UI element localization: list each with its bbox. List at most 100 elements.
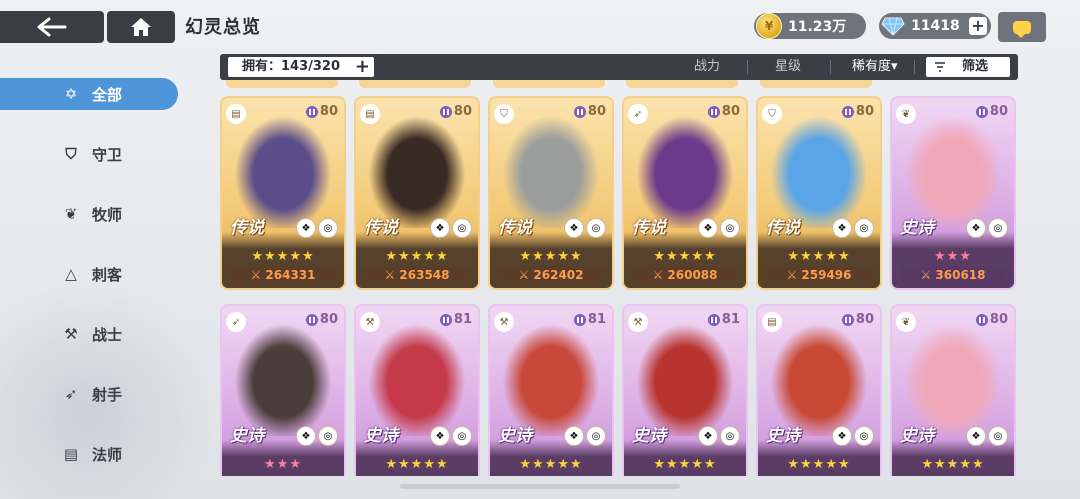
sidebar-item[interactable]: ➶ 射手 <box>0 378 178 410</box>
owned-count: 拥有：143/320 <box>242 59 341 74</box>
level-icon <box>305 313 318 326</box>
swords-icon: ⚔ <box>786 268 802 282</box>
level-icon <box>573 105 586 118</box>
back-button[interactable] <box>0 11 104 43</box>
level-value: 81 <box>453 312 472 327</box>
shield-icon: ⛉ <box>762 104 782 124</box>
level-indicator: 80 <box>975 104 1008 119</box>
home-icon <box>131 18 151 36</box>
swords-icon: ⚔ <box>384 268 400 282</box>
sidebar-item-label: 刺客 <box>92 265 123 284</box>
sidebar-item[interactable]: ⚒ 战士 <box>0 318 178 350</box>
chat-button[interactable] <box>998 12 1046 42</box>
power-value: 264331 <box>265 268 316 282</box>
hammer-icon: ⚒ <box>494 312 514 332</box>
combat-power: ⚔ 264331 <box>230 267 336 284</box>
element-icon-secondary: ◎ <box>720 218 740 238</box>
hero-card[interactable]: ⚒ 81 史诗 ❖ ◎ ★★★★★ <box>488 304 614 476</box>
rarity-label: 史诗 <box>900 218 934 238</box>
sidebar-item[interactable]: ✡ 全部 <box>0 78 178 110</box>
filter-icon <box>935 62 945 72</box>
sidebar-item[interactable]: ❦ 牧师 <box>0 198 178 230</box>
combat-power: ⚔ 262402 <box>498 267 604 284</box>
rarity-label: 史诗 <box>900 426 934 446</box>
sidebar-item-label: 射手 <box>92 385 123 404</box>
element-icon: ❖ <box>966 218 986 238</box>
filter-label: 筛选 <box>962 59 989 74</box>
hero-portrait <box>362 108 472 228</box>
level-icon <box>439 313 452 326</box>
hammer-icon: ⚒ <box>628 312 648 332</box>
hero-card[interactable]: ➶ 80 传说 ❖ ◎ ★★★★★ ⚔ 260088 <box>622 96 748 290</box>
hammer-icon: ⚒ <box>360 312 380 332</box>
level-icon <box>707 105 720 118</box>
wings-icon: ❦ <box>64 205 78 223</box>
sort-rarity[interactable]: 稀有度▾ <box>852 57 898 77</box>
shield-icon: ⛉ <box>65 145 77 163</box>
card-edge <box>493 80 605 88</box>
star-rating: ★★★ <box>934 249 972 264</box>
star-rating: ★★★★★ <box>921 457 985 472</box>
element-icon: ❖ <box>430 426 450 446</box>
element-icon-secondary: ◎ <box>452 426 472 446</box>
element-icon-secondary: ◎ <box>318 426 338 446</box>
rarity-label: 传说 <box>364 218 398 238</box>
hero-card[interactable]: ⛉ 80 传说 ❖ ◎ ★★★★★ ⚔ 259496 <box>756 96 882 290</box>
diamond-icon <box>881 17 905 36</box>
star-rating: ★★★★★ <box>787 249 851 264</box>
sidebar-item[interactable]: △ 刺客 <box>0 258 178 290</box>
element-icon-secondary: ◎ <box>318 218 338 238</box>
hero-portrait <box>630 316 740 436</box>
hero-card[interactable]: ▤ 80 传说 ❖ ◎ ★★★★★ ⚔ 263548 <box>354 96 480 290</box>
element-icon: ❖ <box>966 426 986 446</box>
element-icon: ❖ <box>564 426 584 446</box>
book-icon: ▤ <box>226 104 246 124</box>
swords-icon: ⚔ <box>920 268 936 282</box>
hero-portrait <box>362 316 472 436</box>
element-icon-secondary: ◎ <box>586 218 606 238</box>
swords-icon: ⚔ <box>250 268 266 282</box>
element-icon: ❖ <box>296 426 316 446</box>
hero-portrait <box>228 316 338 436</box>
hero-card[interactable]: ➶ 80 史诗 ❖ ◎ ★★★ <box>220 304 346 476</box>
bow-icon: ➶ <box>64 385 78 403</box>
home-button[interactable] <box>107 11 175 43</box>
level-icon <box>975 105 988 118</box>
level-value: 80 <box>721 104 740 119</box>
hero-card[interactable]: ▤ 80 传说 ❖ ◎ ★★★★★ ⚔ 264331 <box>220 96 346 290</box>
level-icon <box>439 105 452 118</box>
hero-card[interactable]: ▤ 80 史诗 ❖ ◎ ★★★★★ <box>756 304 882 476</box>
level-indicator: 81 <box>573 312 606 327</box>
level-value: 80 <box>989 312 1008 327</box>
level-value: 80 <box>319 104 338 119</box>
star-rating: ★★★★★ <box>519 249 583 264</box>
level-indicator: 80 <box>439 104 472 119</box>
element-icon: ❖ <box>698 218 718 238</box>
element-icon-secondary: ◎ <box>720 426 740 446</box>
sort-power[interactable]: 战力 <box>694 57 720 77</box>
sidebar-item[interactable]: ⛉ 守卫 <box>0 138 178 170</box>
filter-button[interactable]: 筛选 <box>926 57 1010 77</box>
hero-card[interactable]: ⚒ 81 史诗 ❖ ◎ ★★★★★ <box>622 304 748 476</box>
card-edge <box>760 80 872 88</box>
card-edge <box>226 80 338 88</box>
element-icon: ❖ <box>698 426 718 446</box>
hero-card[interactable]: ⛉ 80 传说 ❖ ◎ ★★★★★ ⚔ 262402 <box>488 96 614 290</box>
element-icon: ❖ <box>832 218 852 238</box>
expand-plus-icon[interactable]: + <box>355 57 370 77</box>
hero-card[interactable]: ⚒ 81 史诗 ❖ ◎ ★★★★★ <box>354 304 480 476</box>
hero-card[interactable]: ❦ 80 史诗 ❖ ◎ ★★★ ⚔ 360618 <box>890 96 1016 290</box>
swords-icon: ⚔ <box>652 268 668 282</box>
owned-count-box[interactable]: 拥有：143/320 + <box>228 57 374 77</box>
hammer-icon: ⚒ <box>64 325 78 343</box>
hero-card[interactable]: ❦ 80 史诗 ❖ ◎ ★★★★★ <box>890 304 1016 476</box>
level-icon <box>573 313 586 326</box>
sort-star[interactable]: 星级 <box>775 57 801 77</box>
element-icon: ❖ <box>430 218 450 238</box>
level-value: 80 <box>855 312 874 327</box>
add-gems-button[interactable]: + <box>969 17 987 35</box>
book-icon: ▤ <box>762 312 782 332</box>
rarity-label: 传说 <box>230 218 264 238</box>
sidebar-item[interactable]: ▤ 法师 <box>0 438 178 470</box>
combat-power: ⚔ 259496 <box>766 267 872 284</box>
